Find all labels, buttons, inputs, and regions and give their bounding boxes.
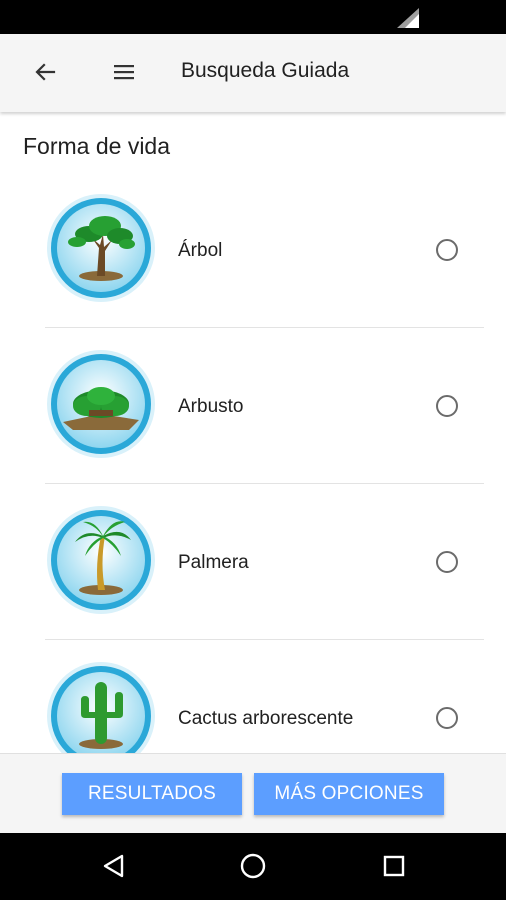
more-options-button[interactable]: MÁS OPCIONES bbox=[254, 773, 444, 815]
nav-back-icon bbox=[103, 854, 124, 878]
divider bbox=[45, 483, 484, 484]
option-label: Cactus arborescente bbox=[178, 708, 354, 729]
divider bbox=[45, 639, 484, 640]
hamburger-menu-icon bbox=[114, 65, 134, 80]
system-nav-bar bbox=[0, 833, 506, 900]
app-bar: Busqueda Guiada bbox=[0, 34, 506, 112]
list-item-arbusto[interactable]: Arbusto bbox=[0, 336, 506, 492]
option-label: Árbol bbox=[178, 240, 223, 261]
life-form-list: Árbol Arbusto Palmera Cactus arborescent… bbox=[0, 180, 506, 753]
tree-icon bbox=[47, 194, 155, 302]
arrow-back-icon bbox=[35, 63, 56, 81]
menu-button[interactable] bbox=[104, 52, 144, 92]
section-title: Forma de vida bbox=[23, 133, 171, 159]
nav-recents-icon bbox=[383, 855, 405, 877]
radio-button-cactus-arborescente[interactable] bbox=[436, 707, 458, 729]
cactus-icon bbox=[47, 662, 155, 753]
list-item-cactus-arborescente[interactable]: Cactus arborescente bbox=[0, 648, 506, 753]
radio-button-palmera[interactable] bbox=[436, 551, 458, 573]
nav-back-button[interactable] bbox=[94, 846, 134, 886]
back-button[interactable] bbox=[25, 52, 65, 92]
status-bar bbox=[0, 0, 506, 34]
shrub-icon bbox=[47, 350, 155, 458]
radio-button-arbusto[interactable] bbox=[436, 395, 458, 417]
divider bbox=[45, 327, 484, 328]
signal-icon bbox=[397, 8, 419, 28]
nav-home-button[interactable] bbox=[233, 846, 273, 886]
option-label: Arbusto bbox=[178, 396, 244, 417]
palm-tree-icon bbox=[47, 506, 155, 614]
list-item-arbol[interactable]: Árbol bbox=[0, 180, 506, 336]
nav-home-icon bbox=[240, 853, 266, 879]
radio-button-arbol[interactable] bbox=[436, 239, 458, 261]
option-label: Palmera bbox=[178, 552, 249, 573]
results-button[interactable]: RESULTADOS bbox=[62, 773, 242, 815]
page-title: Busqueda Guiada bbox=[181, 59, 350, 82]
bottom-action-bar: RESULTADOS MÁS OPCIONES bbox=[0, 753, 506, 834]
nav-recents-button[interactable] bbox=[374, 846, 414, 886]
list-item-palmera[interactable]: Palmera bbox=[0, 492, 506, 648]
